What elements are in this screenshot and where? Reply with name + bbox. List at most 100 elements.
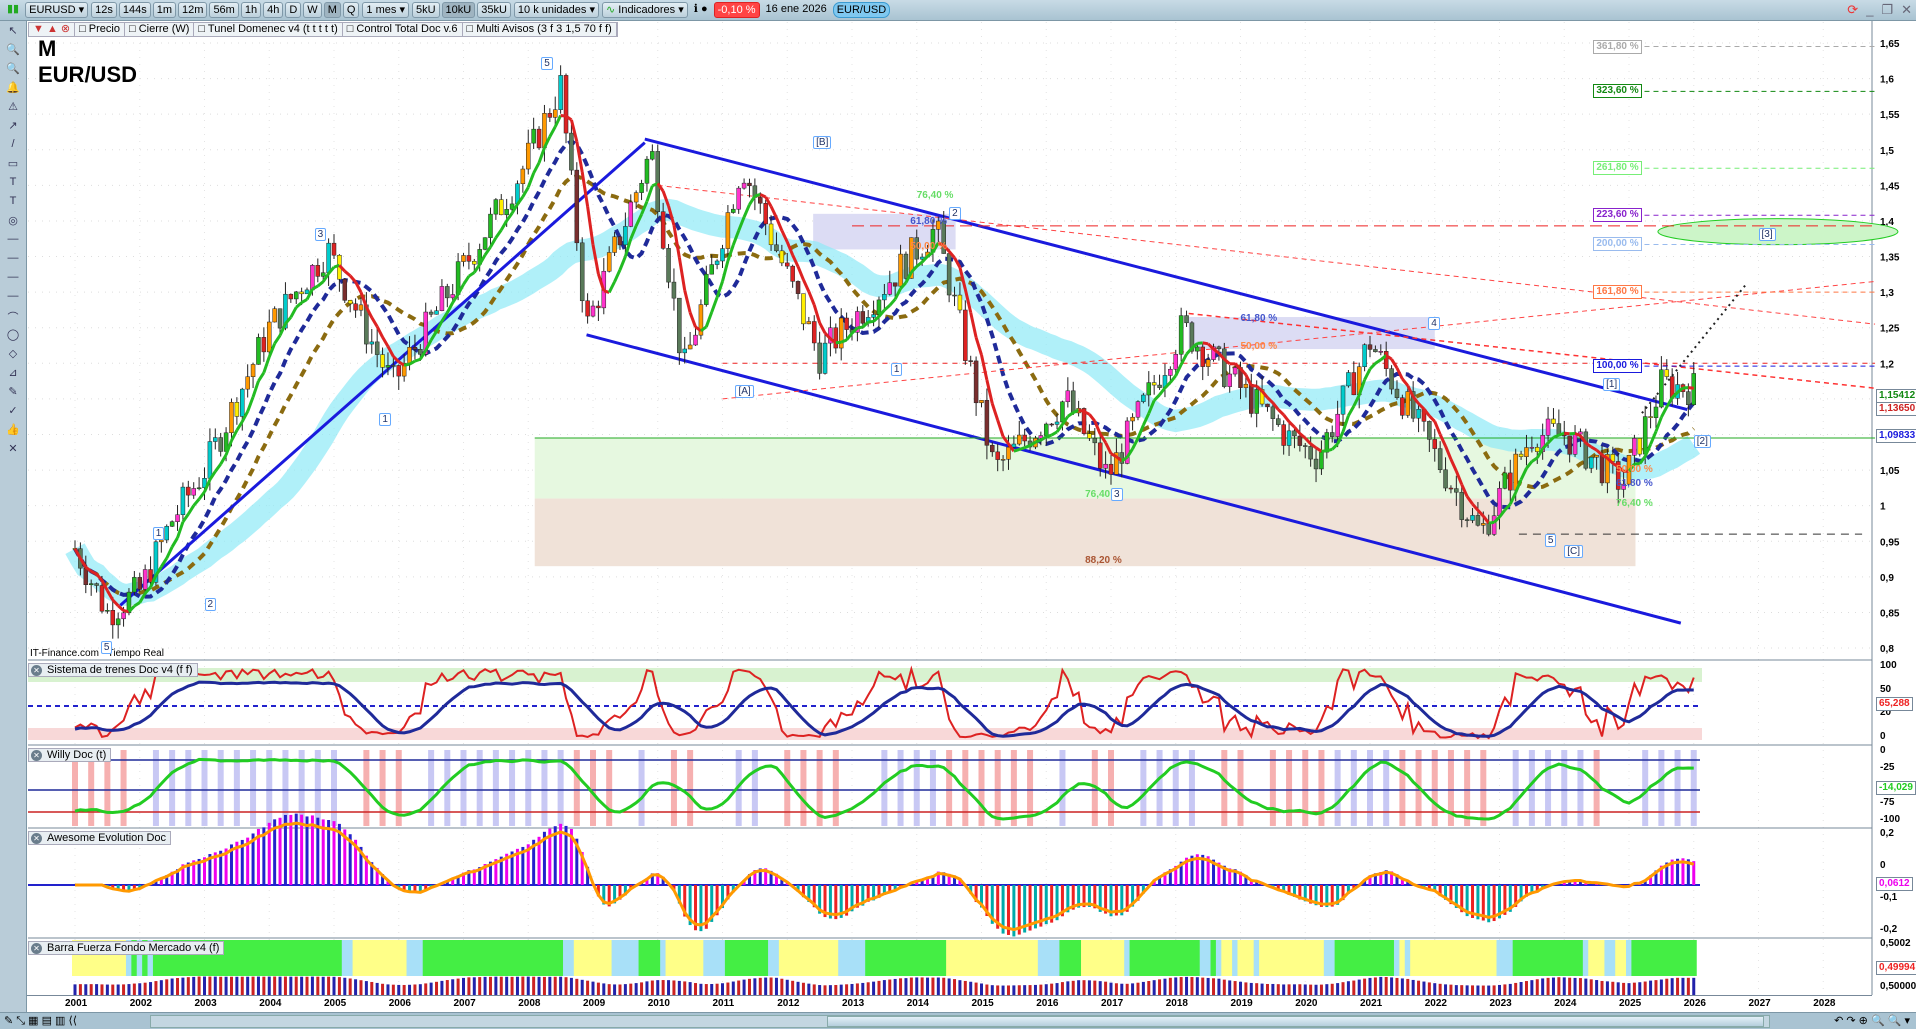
force-bar [548, 976, 552, 995]
close-pane-icon[interactable]: ✕ [31, 943, 42, 954]
force-bar [138, 983, 142, 995]
force-column [1307, 940, 1314, 976]
trend-average-segment [349, 274, 357, 283]
force-column [757, 940, 764, 976]
force-bar [909, 977, 913, 995]
force-bar [1584, 978, 1588, 995]
candle [1340, 385, 1346, 415]
force-bar [1530, 980, 1534, 995]
candle [412, 347, 418, 350]
trend-average-segment [1363, 368, 1372, 381]
trend-average-segment [835, 340, 842, 345]
candle [887, 282, 893, 295]
candle [720, 248, 725, 262]
trend-average-segment [759, 193, 767, 199]
year-tick: 2002 [129, 998, 152, 1009]
candle [1367, 344, 1373, 350]
willy-bar [1367, 750, 1373, 826]
candle [822, 342, 828, 374]
time-axis[interactable]: 2001 2002 2003 2004 2005 2006 2007 2008 2009 2010… [27, 995, 1872, 1012]
force-bar [699, 983, 703, 995]
candle [946, 253, 952, 296]
trend-average-segment [888, 298, 897, 307]
trend-average-segment [370, 316, 379, 328]
trend-average-segment [560, 113, 567, 118]
force-bar [980, 983, 983, 995]
force-column [741, 940, 748, 976]
force-column [703, 940, 710, 976]
force-column [816, 940, 823, 976]
force-bar [969, 981, 973, 995]
force-bar [1352, 980, 1356, 995]
pane-title-3[interactable]: ✕ Barra Fuerza Fondo Mercado v4 (f) [28, 941, 225, 955]
legend-item[interactable]: □ Tunel Domenec v4 (t t t t t) [194, 23, 343, 36]
force-bar [386, 984, 390, 995]
price-tick: 1,25 [1880, 324, 1900, 335]
wave-label: [C] [1564, 544, 1584, 558]
force-column [1016, 940, 1023, 976]
legend-item[interactable]: □ Multi Avisos (3 f 3 1,5 70 f f) [463, 23, 617, 36]
force-column [697, 940, 704, 976]
force-column [811, 940, 818, 976]
horizontal-scrollbar[interactable] [150, 1015, 1770, 1028]
candle [1108, 463, 1114, 475]
force-column [519, 940, 526, 976]
legend-controls[interactable]: ▼ ▲ ⊗ [29, 23, 76, 36]
force-bar [251, 976, 255, 995]
force-bar [515, 976, 519, 995]
pane-title-2[interactable]: ✕ Awesome Evolution Doc [28, 831, 172, 845]
close-pane-icon[interactable]: ✕ [31, 665, 42, 676]
force-bar [769, 977, 773, 995]
candle [774, 244, 779, 252]
pane-title-0[interactable]: ✕ Sistema de trenes Doc v4 (f f) [28, 663, 198, 677]
close-pane-icon[interactable]: ✕ [31, 833, 42, 844]
willy-bar [897, 750, 904, 826]
close-pane-icon[interactable]: ✕ [31, 750, 42, 761]
willy-bar [1156, 750, 1163, 826]
willy-bar [1658, 750, 1665, 826]
zoom-icons[interactable]: ↶ ↷ ⊕ 🔍 🔍 ▾ [1834, 1014, 1910, 1027]
candle [882, 294, 887, 301]
force-column [1367, 940, 1373, 976]
candle [121, 612, 126, 620]
force-column [892, 940, 899, 976]
candle [196, 487, 202, 490]
pane-value: -14,029 [1876, 780, 1916, 795]
force-bar [445, 980, 449, 995]
pane-title-text: Awesome Evolution Doc [47, 832, 167, 844]
legend-item[interactable]: □ Control Total Doc v.6 [343, 23, 463, 36]
bottom-tools-icons[interactable]: ✎ ⤡ ▦ ▤ ▥ ⟨⟨ [4, 1014, 77, 1028]
force-column [1205, 940, 1212, 976]
force-column [935, 940, 942, 976]
force-column [1588, 940, 1595, 976]
year-tick: 2022 [1424, 998, 1447, 1009]
force-column [784, 940, 791, 976]
trend-average-segment [1374, 358, 1382, 365]
force-column [827, 940, 834, 976]
pane-title-1[interactable]: ✕ Willy Doc (t) [28, 748, 112, 762]
force-bar [149, 982, 153, 995]
scrollbar-thumb[interactable] [827, 1016, 1764, 1027]
force-column [665, 940, 672, 976]
force-column [309, 940, 316, 976]
legend-item[interactable]: □ Precio [75, 23, 125, 36]
trend-average-segment [1654, 416, 1663, 433]
force-bar [1659, 979, 1663, 995]
force-bar [1573, 977, 1577, 995]
candle [628, 201, 634, 227]
force-bar [364, 981, 368, 995]
force-column [670, 940, 677, 976]
force-column [401, 940, 408, 976]
force-column [546, 940, 553, 976]
force-column [940, 940, 947, 976]
force-bar [1071, 980, 1075, 995]
year-tick: 2020 [1295, 998, 1318, 1009]
force-column [590, 940, 596, 976]
force-bar [1249, 982, 1253, 995]
candle [272, 308, 277, 323]
legend-item[interactable]: □ Cierre (W) [125, 23, 195, 36]
candle [811, 321, 817, 344]
force-bar [154, 981, 158, 995]
trend-average-segment [197, 491, 206, 501]
trend-average-segment [868, 319, 874, 324]
